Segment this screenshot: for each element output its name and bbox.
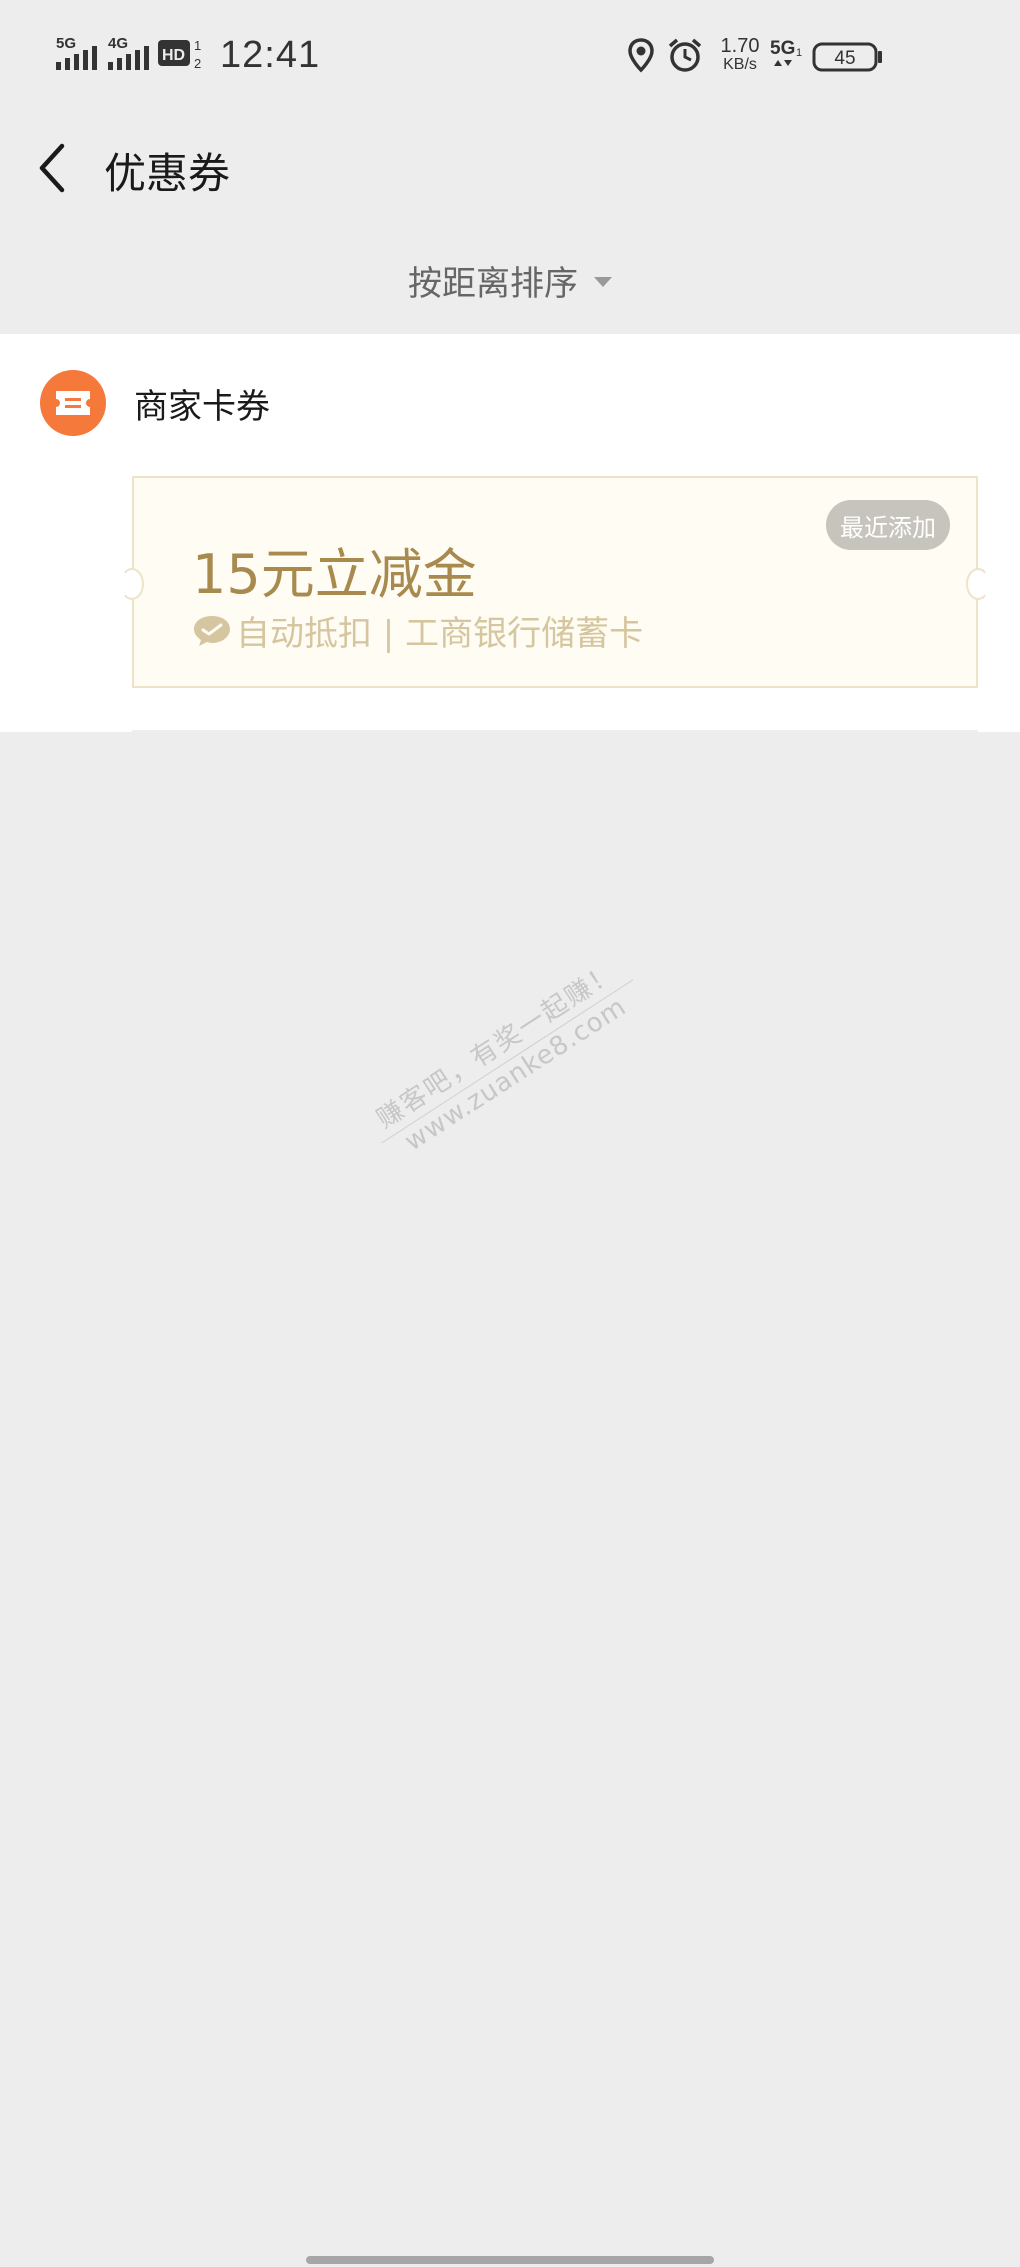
svg-text:45: 45: [834, 48, 855, 69]
coupon-notch-left: [120, 568, 144, 600]
location-icon: [626, 36, 656, 76]
signal-5g-icon: 5G: [54, 34, 102, 74]
watermark: 赚客吧，有奖一起赚！ www.zuanke8.com: [360, 947, 650, 1169]
hd-volte-icon: HD 1 2: [158, 34, 208, 74]
recently-added-badge: 最近添加: [826, 500, 950, 550]
svg-text:5G: 5G: [56, 35, 76, 52]
coupon-card[interactable]: 最近添加 15元立减金 自动抵扣 | 工商银行储蓄卡: [120, 476, 990, 688]
section-header: 商家卡券: [40, 370, 270, 436]
sort-dropdown[interactable]: 按距离排序: [408, 256, 612, 305]
back-button[interactable]: [30, 138, 80, 198]
section-title: 商家卡券: [134, 386, 270, 427]
network-5g-icon: 5G 1: [770, 36, 806, 76]
divider: [132, 730, 978, 732]
ticket-icon: [40, 370, 106, 436]
network-speed: 1.70 KB/s: [720, 35, 760, 73]
coupon-description-row: 自动抵扣 | 工商银行储蓄卡: [192, 606, 643, 655]
svg-text:2: 2: [194, 56, 201, 71]
sort-bar: 按距离排序: [0, 240, 1020, 320]
svg-text:5G: 5G: [770, 38, 795, 59]
sort-label: 按距离排序: [408, 263, 578, 304]
clock-time: 12:41: [220, 34, 321, 76]
back-arrow-icon: [39, 143, 65, 193]
svg-text:1: 1: [796, 47, 802, 59]
chat-bubble-icon: [194, 615, 230, 646]
coupon-description: 自动抵扣 | 工商银行储蓄卡: [236, 614, 644, 654]
watermark-line1: 赚客吧，有奖一起赚！: [371, 957, 623, 1135]
page-title: 优惠券: [104, 149, 231, 198]
home-indicator[interactable]: [306, 2256, 714, 2264]
coupon-notch-right: [966, 568, 990, 600]
alarm-icon: [666, 36, 704, 76]
status-bar: 5G 4G HD 1 2 12:41 1.70 KB/s 5G 1 45: [0, 0, 1020, 110]
svg-text:HD: HD: [162, 47, 185, 64]
coupon-title: 15元立减金: [192, 543, 477, 606]
battery-icon: 45: [812, 36, 884, 76]
merchant-coupons-panel: 商家卡券 最近添加 15元立减金 自动抵扣 | 工商银行储蓄卡: [0, 334, 1020, 732]
signal-4g-icon: 4G: [106, 34, 154, 74]
nav-bar: 优惠券: [0, 110, 1020, 220]
svg-text:4G: 4G: [108, 35, 128, 52]
svg-text:1: 1: [194, 38, 201, 53]
caret-down-icon: [594, 277, 612, 287]
